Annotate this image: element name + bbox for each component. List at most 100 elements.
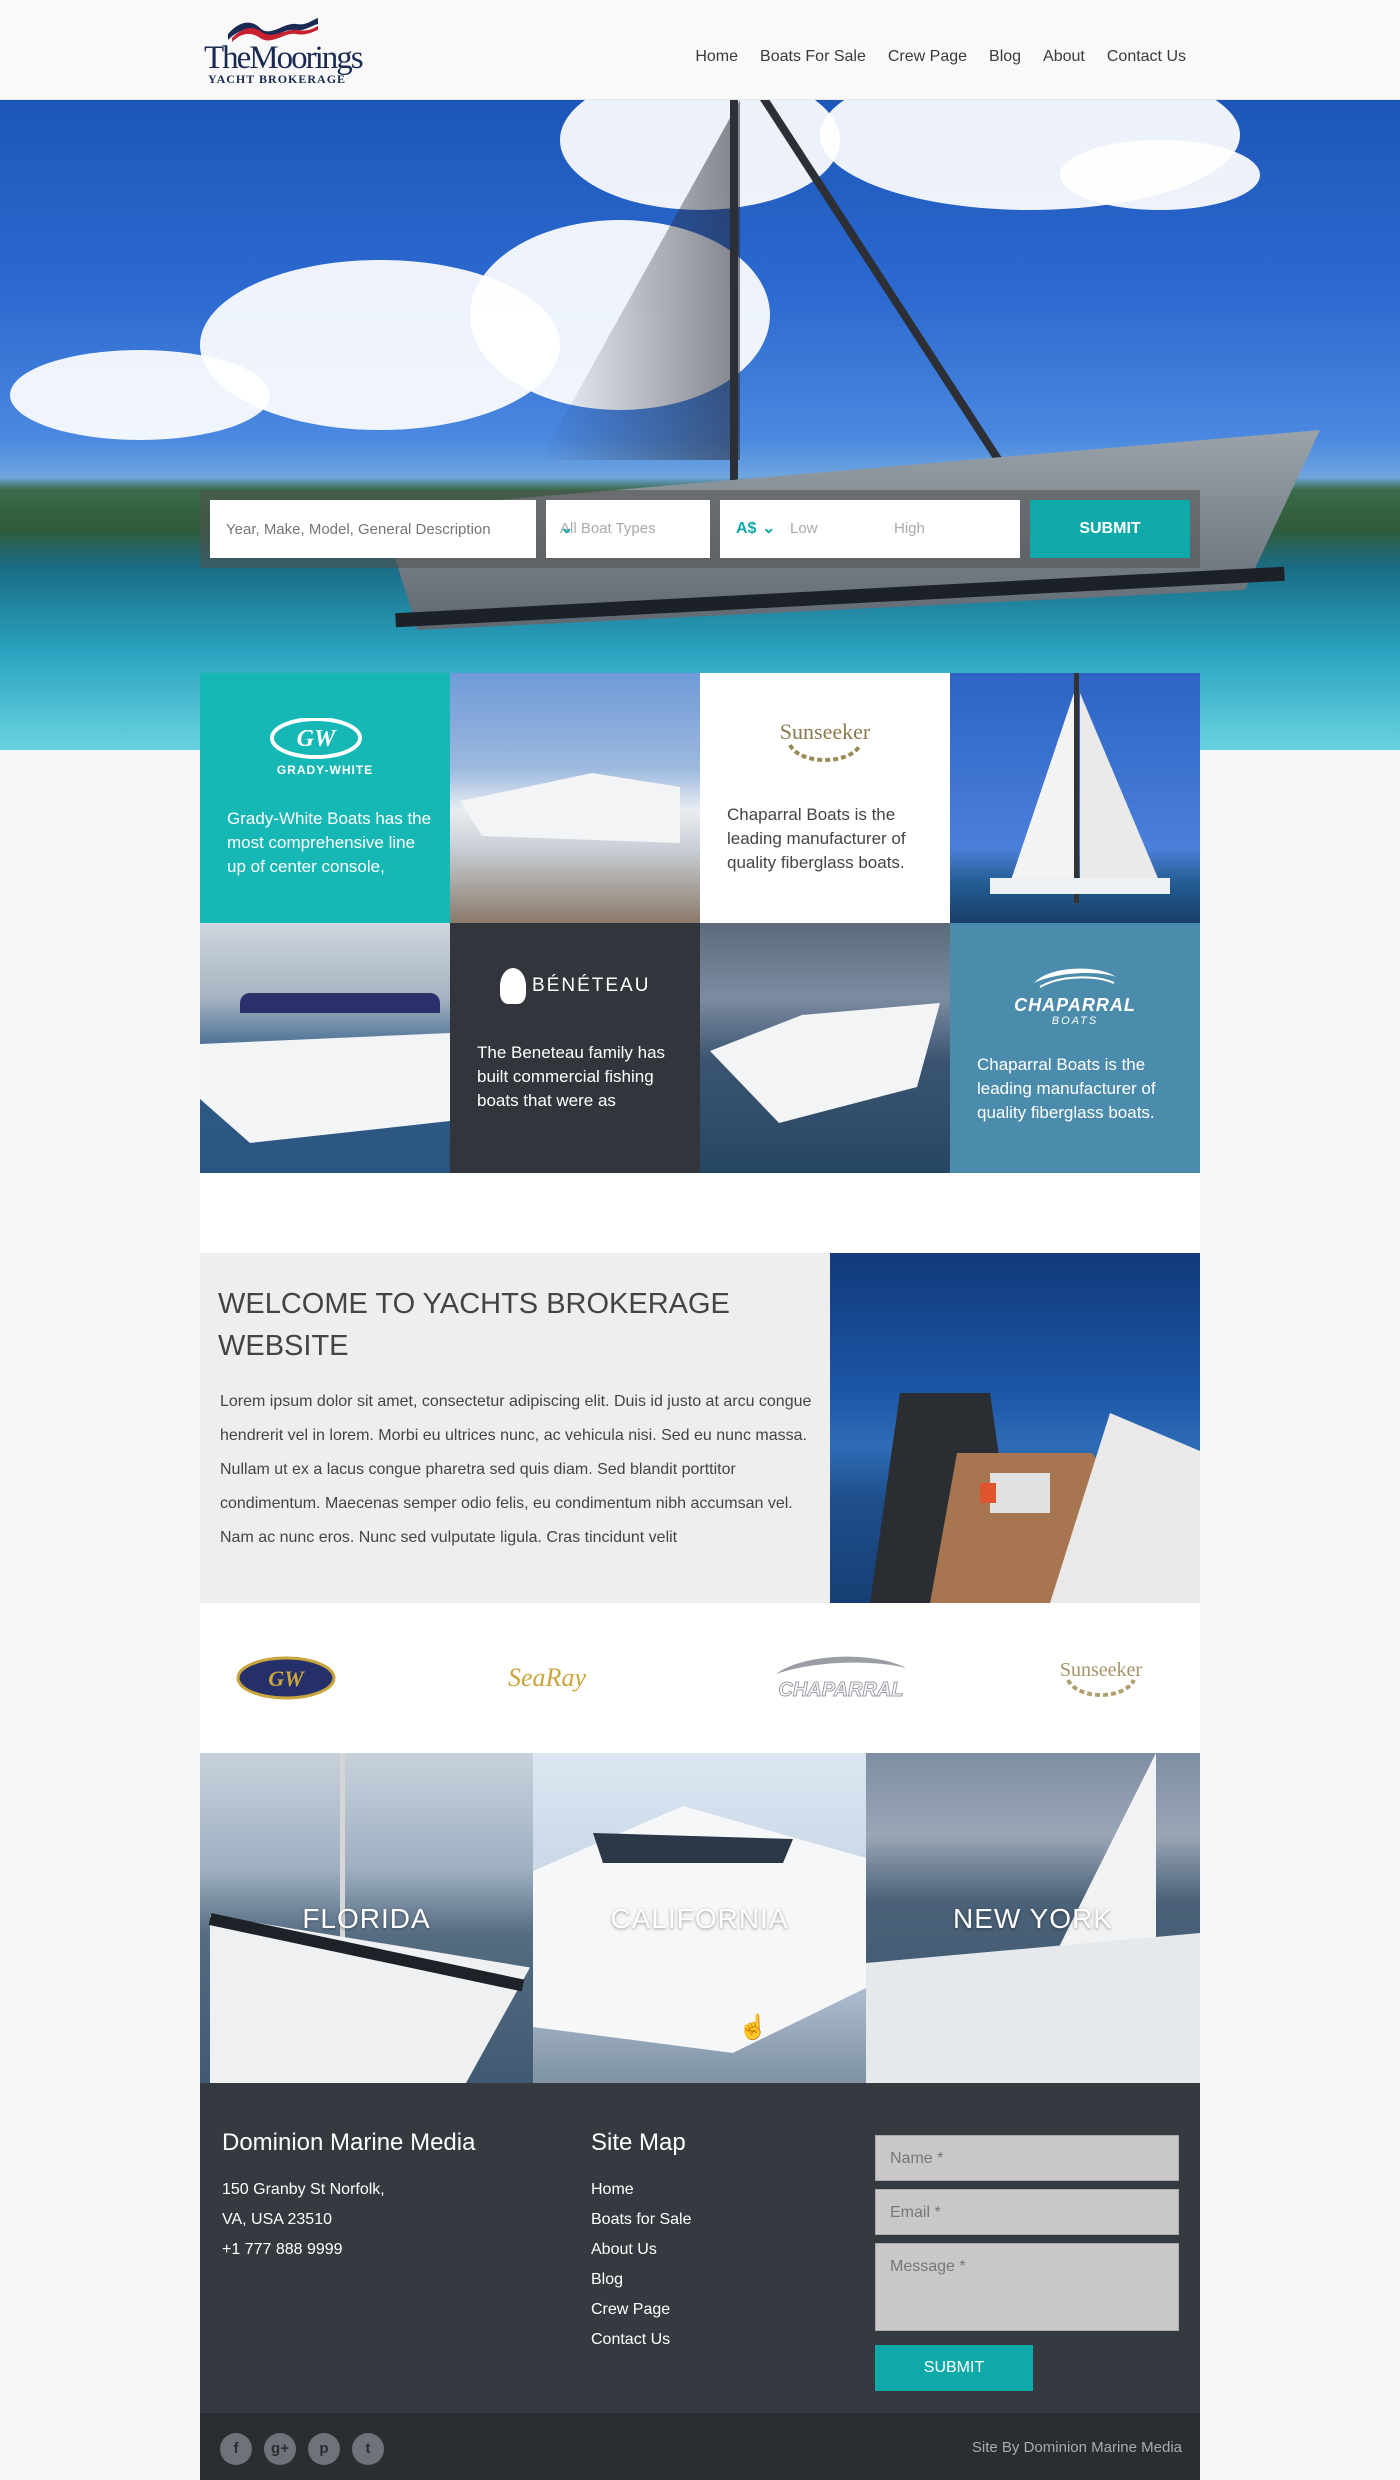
cloud xyxy=(1060,140,1260,210)
brand-logos-strip: GW SeaRay CHAPARRAL Sunseeker xyxy=(200,1603,1200,1753)
email-field[interactable]: Email * xyxy=(875,2189,1179,2235)
chevron-down-icon: ⌄ xyxy=(762,520,776,537)
address-line: 150 Granby St Norfolk, xyxy=(222,2181,385,2198)
searay-brand-logo[interactable]: SeaRay xyxy=(472,1648,622,1708)
mast xyxy=(730,100,738,520)
boat-shape xyxy=(460,773,680,843)
chevron-down-icon: ⌄ xyxy=(560,520,574,537)
svg-text:Sunseeker: Sunseeker xyxy=(1060,1659,1143,1681)
search-submit-button[interactable]: SUBMIT xyxy=(1030,500,1190,558)
name-field[interactable]: Name * xyxy=(875,2135,1179,2181)
main-nav: Home Boats For Sale Crew Page Blog About… xyxy=(673,48,1186,66)
nav-boats-for-sale[interactable]: Boats For Sale xyxy=(760,48,866,66)
logo-brand-text: TheMoorings xyxy=(204,40,364,76)
spacer-band xyxy=(200,1173,1200,1253)
chaparral-logo-sub: BOATS xyxy=(1051,1015,1099,1027)
beneteau-logo-text: BÉNÉTEAU xyxy=(532,975,651,996)
logo-sub-text: YACHT BROKERAGE xyxy=(208,72,347,86)
google-plus-icon[interactable]: g+ xyxy=(264,2433,296,2465)
sitemap-link-contact-us[interactable]: Contact Us xyxy=(591,2331,670,2348)
tile-chaparral[interactable]: CHAPARRAL BOATS Chaparral Boats is the l… xyxy=(950,923,1200,1173)
sail xyxy=(1080,693,1160,883)
nav-blog[interactable]: Blog xyxy=(989,48,1021,66)
boat-type-select[interactable]: All Boat Types ⌄ xyxy=(546,500,710,558)
svg-text:CHAPARRAL: CHAPARRAL xyxy=(778,1679,903,1701)
tile-chaparral-text: Chaparral Boats is the leading manufactu… xyxy=(977,1055,1156,1122)
tile-beneteau[interactable]: BÉNÉTEAU The Beneteau family has built c… xyxy=(450,923,700,1173)
sitemap-link-about-us[interactable]: About Us xyxy=(591,2241,657,2258)
chaparral-brand-logo[interactable]: CHAPARRAL xyxy=(756,1648,926,1708)
hero-banner: All Boat Types ⌄ A$ ⌄ Low High SUBMIT xyxy=(0,100,1400,750)
tile-photo-sailboat[interactable] xyxy=(950,673,1200,923)
cushion xyxy=(980,1483,996,1503)
tile-photo-motor-yacht[interactable] xyxy=(450,673,700,923)
sitemap-link-home[interactable]: Home xyxy=(591,2181,634,2198)
tile-sunseeker-text: Chaparral Boats is the leading manufactu… xyxy=(727,805,906,872)
mast xyxy=(1074,673,1079,903)
beneteau-logo-icon xyxy=(500,968,526,1004)
boat-shape xyxy=(710,1003,940,1123)
sitemap-list: Home Boats for Sale About Us Blog Crew P… xyxy=(591,2175,692,2355)
tile-sunseeker[interactable]: Sunseeker Chaparral Boats is the leading… xyxy=(700,673,950,923)
sitemap-link-blog[interactable]: Blog xyxy=(591,2271,623,2288)
welcome-title: WELCOME TO YACHTS BROKERAGE WEBSITE xyxy=(218,1288,730,1362)
nav-contact-us[interactable]: Contact Us xyxy=(1107,48,1186,66)
moorings-logo[interactable]: TheMoorings YACHT BROKERAGE xyxy=(204,16,364,86)
location-label-new-york: NEW YORK xyxy=(953,1903,1113,1934)
bimini xyxy=(240,993,440,1013)
location-label-california: CALIFORNIA xyxy=(610,1903,789,1934)
message-field[interactable]: Message * xyxy=(875,2243,1179,2331)
contact-submit-button[interactable]: SUBMIT xyxy=(875,2345,1033,2391)
sunseeker-brand-logo[interactable]: Sunseeker xyxy=(1036,1648,1166,1708)
brand-tiles: GW GRADY-WHITE Grady-White Boats has the… xyxy=(200,673,1200,1173)
tile-grady-text: Grady-White Boats has the most comprehen… xyxy=(227,809,432,876)
price-low-input[interactable]: Low xyxy=(790,520,818,537)
twitter-icon[interactable]: t xyxy=(352,2433,384,2465)
sitemap-title: Site Map xyxy=(591,2129,686,2156)
svg-text:GW: GW xyxy=(268,1666,305,1691)
location-florida[interactable]: FLORIDA xyxy=(200,1753,533,2083)
tile-photo-speedboat[interactable] xyxy=(700,923,950,1173)
nav-crew-page[interactable]: Crew Page xyxy=(888,48,967,66)
hand-cursor-icon: ☝ xyxy=(738,2014,768,2041)
welcome-body: Lorem ipsum dolor sit amet, consectetur … xyxy=(220,1393,812,1546)
sitemap-link-boats-for-sale[interactable]: Boats for Sale xyxy=(591,2211,692,2228)
keyword-search-input[interactable] xyxy=(210,500,536,558)
price-range-field: A$ ⌄ Low High xyxy=(720,500,1020,558)
tile-beneteau-text: The Beneteau family has built commercial… xyxy=(477,1043,666,1110)
hull xyxy=(990,878,1170,894)
site-header: TheMoorings YACHT BROKERAGE Home Boats F… xyxy=(0,0,1400,100)
svg-text:Sunseeker: Sunseeker xyxy=(780,719,871,744)
chaparral-logo-text: CHAPARRAL xyxy=(1014,995,1136,1015)
pinterest-icon[interactable]: p xyxy=(308,2433,340,2465)
svg-text:SeaRay: SeaRay xyxy=(508,1663,586,1692)
search-bar: All Boat Types ⌄ A$ ⌄ Low High SUBMIT xyxy=(200,490,1200,568)
location-new-york[interactable]: NEW YORK xyxy=(866,1753,1200,2083)
boat-shape xyxy=(200,1033,450,1143)
sail xyxy=(1010,693,1074,883)
currency-select[interactable]: A$ xyxy=(736,520,756,538)
footer-bottom-bar: f g+ p t Site By Dominion Marine Media xyxy=(200,2413,1200,2480)
location-california[interactable]: CALIFORNIA ☝ xyxy=(533,1753,866,2083)
facebook-icon[interactable]: f xyxy=(220,2433,252,2465)
site-footer: Dominion Marine Media 150 Granby St Norf… xyxy=(200,2083,1200,2413)
tile-grady-white[interactable]: GW GRADY-WHITE Grady-White Boats has the… xyxy=(200,673,450,923)
flag-logo-icon xyxy=(228,18,318,42)
grady-white-logo-text: GRADY-WHITE xyxy=(276,763,374,777)
welcome-section: WELCOME TO YACHTS BROKERAGE WEBSITE Lore… xyxy=(200,1253,830,1603)
nav-home[interactable]: Home xyxy=(695,48,738,66)
site-credit[interactable]: Site By Dominion Marine Media xyxy=(972,2439,1182,2456)
price-high-input[interactable]: High xyxy=(894,520,925,537)
location-label-florida: FLORIDA xyxy=(302,1903,431,1934)
sunseeker-logo-icon: Sunseeker xyxy=(780,719,871,762)
grady-white-brand-logo[interactable]: GW xyxy=(234,1648,338,1708)
address-line: VA, USA 23510 xyxy=(222,2211,332,2228)
sitemap-link-crew-page[interactable]: Crew Page xyxy=(591,2301,670,2318)
welcome-photo-yacht-deck xyxy=(830,1253,1200,1603)
chaparral-logo-icon xyxy=(1034,968,1116,988)
tile-photo-catamaran[interactable] xyxy=(200,923,450,1173)
svg-text:GW: GW xyxy=(297,726,337,752)
footer-address: 150 Granby St Norfolk, VA, USA 23510 +1 … xyxy=(222,2175,385,2265)
table xyxy=(990,1473,1050,1513)
nav-about[interactable]: About xyxy=(1043,48,1085,66)
